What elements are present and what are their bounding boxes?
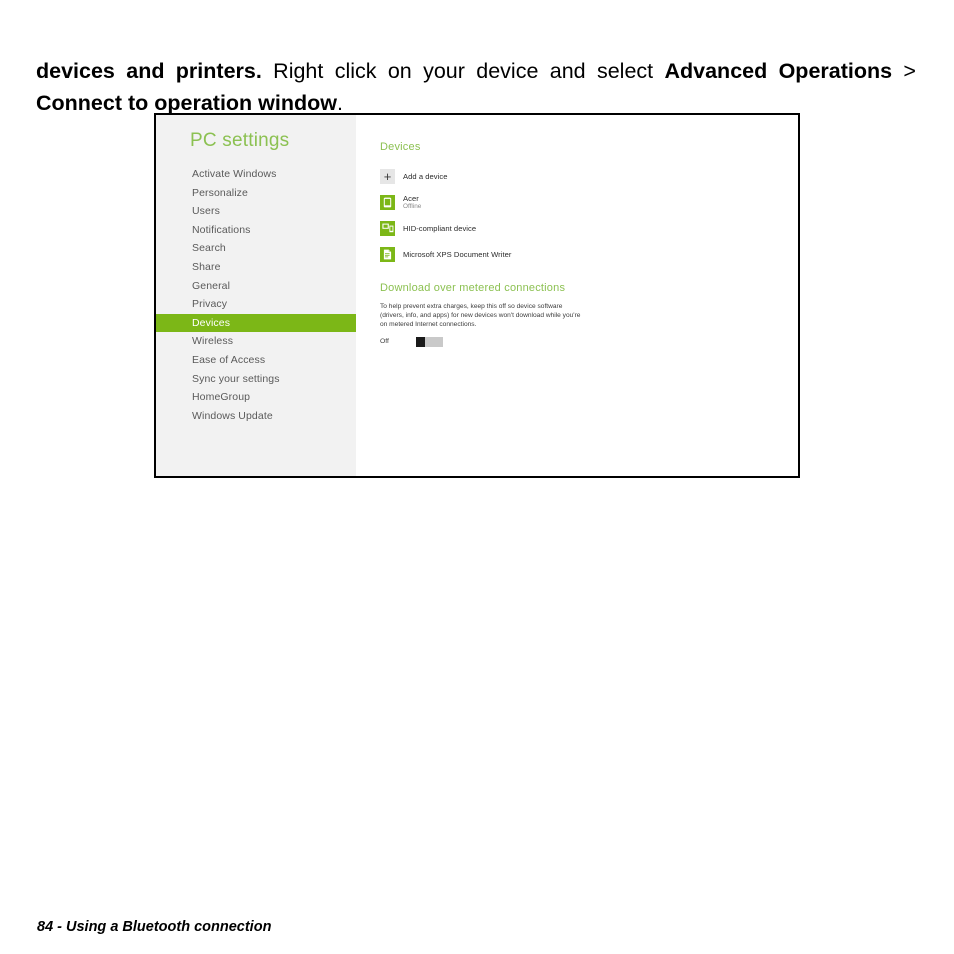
device-label: HID-compliant device <box>403 223 477 233</box>
metered-toggle-switch[interactable] <box>416 336 443 347</box>
sidebar-item-sync-your-settings[interactable]: Sync your settings <box>156 370 356 389</box>
page-paragraph: devices and printers. Right click on you… <box>36 55 916 119</box>
sidebar-item-users[interactable]: Users <box>156 202 356 221</box>
device-label: Add a device <box>403 171 448 181</box>
embedded-screenshot: PC settings Activate Windows Personalize… <box>154 113 800 478</box>
sidebar-item-privacy[interactable]: Privacy <box>156 295 356 314</box>
sidebar-item-homegroup[interactable]: HomeGroup <box>156 388 356 407</box>
device-status: Offline <box>403 202 422 210</box>
list-item-acer[interactable]: Acer Offline <box>380 192 798 212</box>
metered-description: To help prevent extra charges, keep this… <box>380 303 581 329</box>
paragraph-plain-separator: > <box>892 58 916 83</box>
device-label: Acer <box>403 193 419 203</box>
metered-connections-section: Download over metered connections To hel… <box>380 282 798 347</box>
document-writer-icon <box>380 246 395 262</box>
metered-heading: Download over metered connections <box>380 282 566 294</box>
paragraph-bold-devices-and-printers: devices and printers. <box>36 58 262 83</box>
sidebar-item-devices[interactable]: Devices <box>156 313 356 333</box>
list-item-hid-compliant-device[interactable]: HID-compliant device <box>380 218 798 238</box>
plus-icon: + <box>380 168 395 184</box>
sidebar-item-search[interactable]: Search <box>156 239 356 258</box>
devices-pane: Devices + Add a device Acer Offline HID-… <box>356 115 798 476</box>
sidebar-item-share[interactable]: Share <box>156 258 356 277</box>
list-item-microsoft-xps-document-writer[interactable]: Microsoft XPS Document Writer <box>380 244 798 264</box>
sidebar-item-general[interactable]: General <box>156 277 356 296</box>
sidebar-item-activate-windows[interactable]: Activate Windows <box>156 165 356 184</box>
phone-icon <box>380 194 395 210</box>
paragraph-bold-advanced-operations: Advanced Operations <box>664 58 893 83</box>
page-footer: 84 - Using a Bluetooth connection <box>37 919 272 935</box>
sidebar-item-wireless[interactable]: Wireless <box>156 332 356 351</box>
hid-device-icon <box>380 220 395 236</box>
pc-settings-sidebar: PC settings Activate Windows Personalize… <box>156 115 356 476</box>
metered-toggle-label: Off <box>380 338 389 346</box>
list-item-add-a-device[interactable]: + Add a device <box>380 166 798 186</box>
device-label: Microsoft XPS Document Writer <box>403 249 512 259</box>
device-list: + Add a device Acer Offline HID-complian… <box>380 166 798 264</box>
pc-settings-nav: Activate Windows Personalize Users Notif… <box>156 165 356 425</box>
sidebar-item-ease-of-access[interactable]: Ease of Access <box>156 351 356 370</box>
devices-heading: Devices <box>380 141 421 153</box>
paragraph-plain-right-click: Right click on your device and select <box>261 58 665 83</box>
sidebar-item-personalize[interactable]: Personalize <box>156 184 356 203</box>
sidebar-item-notifications[interactable]: Notifications <box>156 221 356 240</box>
toggle-knob <box>416 336 425 347</box>
paragraph-bold-connect-to-operation-window: Connect to operation window <box>36 90 337 115</box>
metered-toggle-row[interactable]: Off <box>380 336 798 347</box>
pc-settings-title: PC settings <box>190 130 290 151</box>
sidebar-item-windows-update[interactable]: Windows Update <box>156 407 356 426</box>
paragraph-plain-period: . <box>336 90 343 115</box>
